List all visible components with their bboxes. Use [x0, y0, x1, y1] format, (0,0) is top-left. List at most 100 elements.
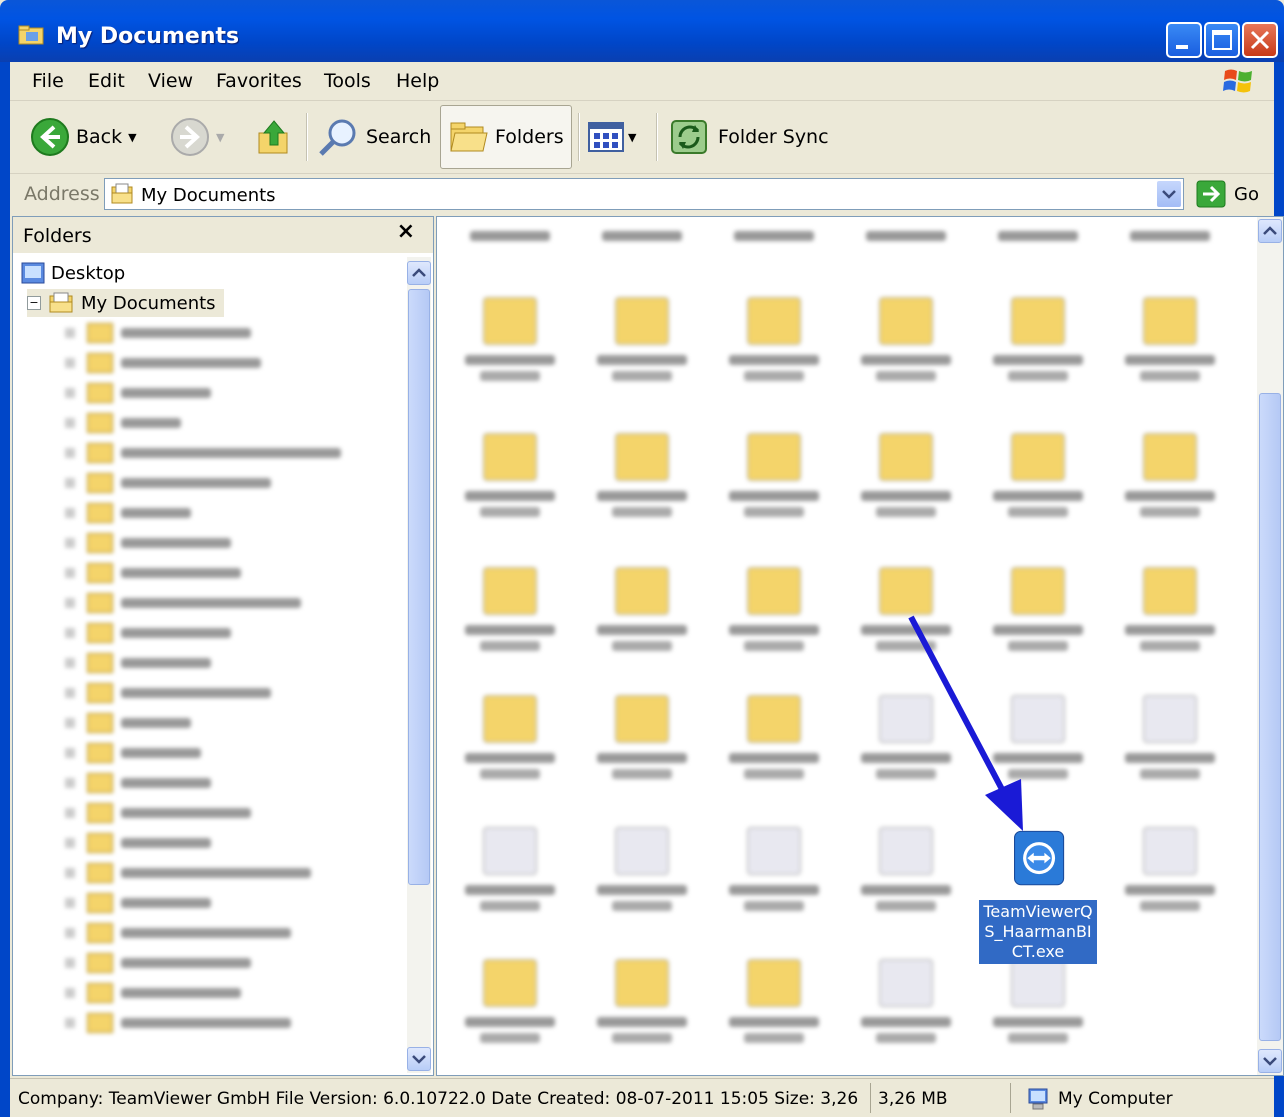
scroll-thumb[interactable] [1259, 393, 1281, 1041]
file-item[interactable] [577, 231, 707, 241]
file-item[interactable] [445, 231, 575, 241]
file-item[interactable] [445, 959, 575, 1043]
file-view-scrollbar[interactable] [1257, 217, 1283, 1075]
file-item[interactable] [577, 827, 707, 911]
scroll-thumb[interactable] [408, 289, 430, 885]
tree-item-blurred[interactable] [65, 589, 301, 617]
file-item[interactable] [445, 297, 575, 381]
file-item[interactable] [973, 959, 1103, 1043]
file-item[interactable] [709, 695, 839, 779]
title-bar[interactable]: My Documents [0, 0, 1284, 62]
tree-item-blurred[interactable] [65, 469, 271, 497]
search-button[interactable]: Search [316, 105, 431, 169]
scroll-up-button[interactable] [407, 261, 431, 285]
menu-help[interactable]: Help [396, 70, 439, 92]
tree-item-blurred[interactable] [65, 829, 211, 857]
tree-item-blurred[interactable] [65, 559, 241, 587]
collapse-icon[interactable]: − [27, 296, 41, 310]
folders-scrollbar[interactable] [407, 257, 431, 1073]
file-item[interactable] [1105, 297, 1235, 381]
tree-item-blurred[interactable] [65, 919, 291, 947]
tree-item-blurred[interactable] [65, 349, 261, 377]
tree-item-blurred[interactable] [65, 889, 211, 917]
tree-item-label: Desktop [51, 262, 126, 284]
tree-item-blurred[interactable] [65, 709, 191, 737]
file-item[interactable] [445, 827, 575, 911]
menu-tools[interactable]: Tools [324, 70, 371, 92]
tree-item-blurred[interactable] [65, 769, 211, 797]
menu-file[interactable]: File [32, 70, 64, 92]
tree-item-blurred[interactable] [65, 529, 231, 557]
file-item[interactable] [1105, 827, 1235, 911]
tree-item-blurred[interactable] [65, 949, 251, 977]
tree-item-blurred[interactable] [65, 379, 211, 407]
file-item[interactable] [841, 959, 971, 1043]
folder-sync-button[interactable]: Folder Sync [668, 105, 829, 169]
tree-item-blurred[interactable] [65, 439, 341, 467]
tree-item-blurred[interactable] [65, 859, 311, 887]
minimize-button[interactable] [1166, 22, 1202, 58]
scroll-down-button[interactable] [407, 1047, 431, 1071]
tree-item-blurred[interactable] [65, 619, 231, 647]
menu-favorites[interactable]: Favorites [216, 70, 302, 92]
file-item[interactable] [709, 827, 839, 911]
file-item[interactable] [973, 433, 1103, 517]
menu-edit[interactable]: Edit [88, 70, 125, 92]
maximize-button[interactable] [1204, 22, 1240, 58]
file-item[interactable] [577, 567, 707, 651]
file-item[interactable] [1105, 231, 1235, 241]
address-dropdown-button[interactable] [1157, 181, 1181, 207]
file-item[interactable] [973, 231, 1103, 241]
file-item[interactable] [577, 433, 707, 517]
tree-item-desktop[interactable]: Desktop [21, 259, 125, 287]
file-item[interactable] [841, 433, 971, 517]
status-zone: My Computer [1026, 1087, 1173, 1111]
tree-item-blurred[interactable] [65, 799, 251, 827]
file-item-selected[interactable]: TeamViewerQ S_HaarmanBI CT.exe [973, 825, 1103, 964]
menu-view[interactable]: View [148, 70, 193, 92]
address-field[interactable]: My Documents [104, 178, 1184, 210]
file-item[interactable] [445, 567, 575, 651]
file-item[interactable] [445, 433, 575, 517]
file-item[interactable] [709, 433, 839, 517]
tree-item-blurred[interactable] [65, 499, 191, 527]
file-item[interactable] [709, 959, 839, 1043]
chevron-down-icon[interactable]: ▼ [628, 131, 636, 144]
chevron-down-icon[interactable]: ▼ [128, 131, 136, 144]
tree-item-blurred[interactable] [65, 649, 211, 677]
scroll-up-button[interactable] [1258, 219, 1282, 243]
views-button[interactable]: ▼ [588, 105, 636, 169]
file-item[interactable] [577, 695, 707, 779]
folders-button[interactable]: Folders [440, 105, 572, 169]
file-item[interactable] [577, 959, 707, 1043]
file-item[interactable] [445, 695, 575, 779]
up-folder-button[interactable] [256, 105, 294, 169]
file-item[interactable] [841, 231, 971, 241]
back-button[interactable]: Back ▼ [30, 105, 137, 169]
tree-item-my-documents[interactable]: − My Documents [27, 289, 224, 317]
folder-icon [450, 122, 488, 152]
file-item[interactable] [1105, 433, 1235, 517]
tree-item-blurred[interactable] [65, 1009, 291, 1037]
tree-item-blurred[interactable] [65, 739, 201, 767]
file-item[interactable] [577, 297, 707, 381]
scroll-down-button[interactable] [1258, 1049, 1282, 1073]
folders-pane-close-button[interactable]: × [397, 219, 415, 244]
tree-item-blurred[interactable] [65, 979, 241, 1007]
file-item[interactable] [1105, 695, 1235, 779]
file-item[interactable] [709, 297, 839, 381]
file-item[interactable] [709, 567, 839, 651]
tree-item-blurred[interactable] [65, 319, 251, 347]
tree-item-blurred[interactable] [65, 679, 271, 707]
file-item[interactable] [841, 827, 971, 911]
forward-button[interactable]: ▼ [170, 105, 224, 169]
close-button[interactable] [1242, 22, 1278, 58]
tree-item-blurred[interactable] [65, 409, 181, 437]
file-item[interactable] [709, 231, 839, 241]
go-button[interactable]: Go [1196, 178, 1266, 210]
file-item[interactable] [841, 297, 971, 381]
file-item[interactable] [973, 297, 1103, 381]
window-border-left [0, 62, 10, 1117]
chevron-down-icon [1162, 190, 1176, 199]
file-item[interactable] [1105, 567, 1235, 651]
